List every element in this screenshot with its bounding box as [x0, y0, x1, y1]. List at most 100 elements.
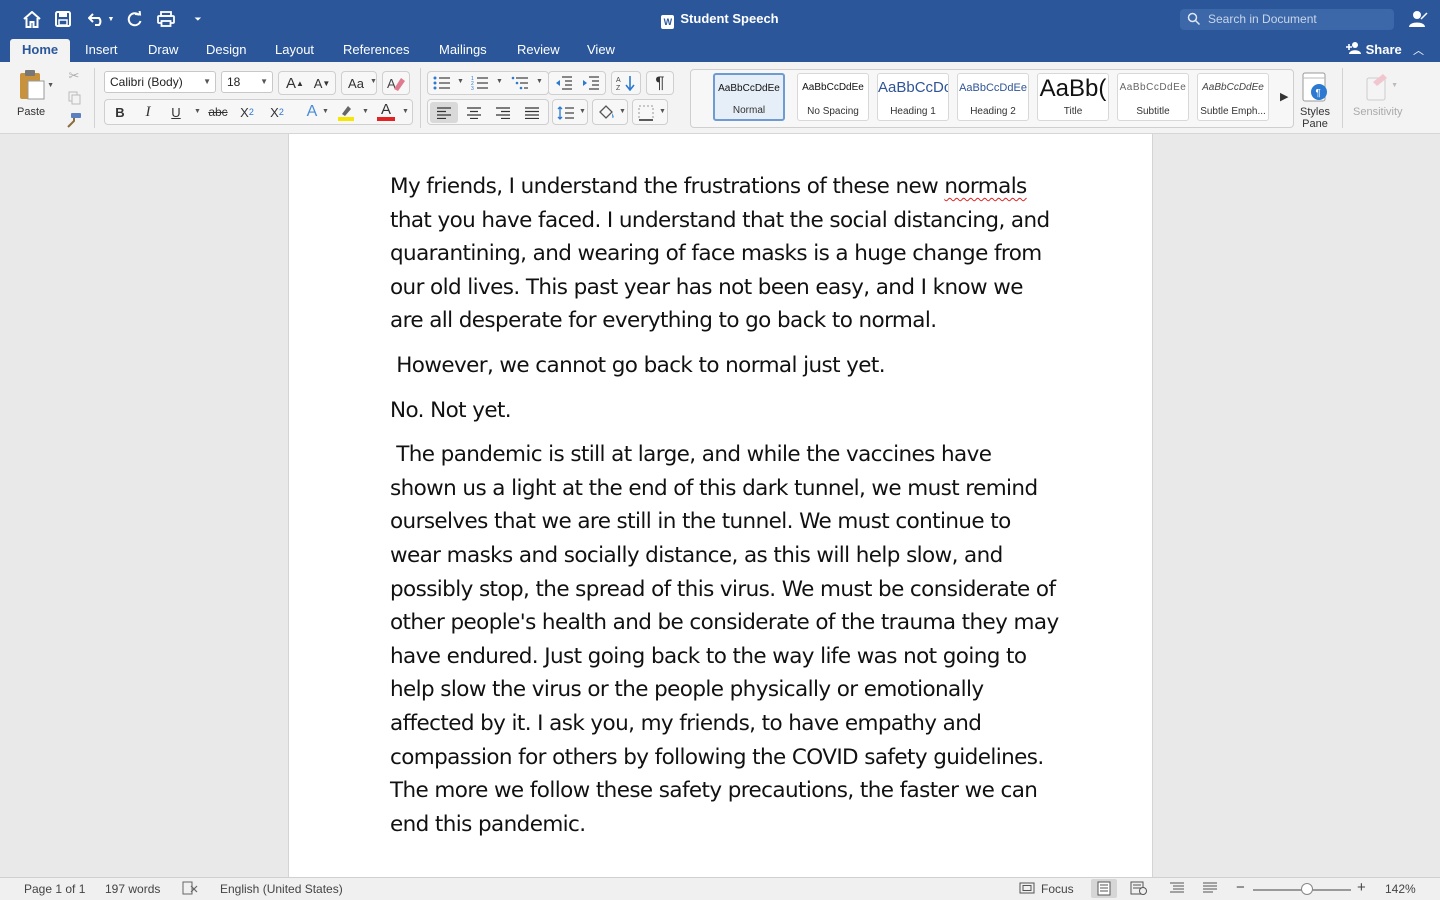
misspelled-word[interactable]: normals [944, 174, 1027, 199]
style-normal[interactable]: AaBbCcDdEe Normal [713, 73, 785, 121]
align-left-icon[interactable] [430, 102, 458, 123]
font-size-dropdown[interactable]: 18 ▼ [221, 71, 273, 93]
clear-formatting-icon: A [385, 73, 407, 93]
paragraph[interactable]: However, we cannot go back to normal jus… [390, 349, 1060, 383]
highlight-button[interactable] [335, 102, 357, 122]
highlight-caret[interactable]: ▼ [362, 108, 369, 115]
justify-icon[interactable] [518, 102, 546, 123]
document-canvas[interactable]: My friends, I understand the frustration… [0, 134, 1440, 877]
align-right-icon[interactable] [489, 102, 517, 123]
font-color-caret[interactable]: ▼ [402, 108, 409, 115]
text-effects-caret[interactable]: ▼ [322, 108, 329, 115]
paste-options-caret[interactable]: ▼ [47, 82, 54, 89]
underline-options-caret[interactable]: ▼ [194, 108, 201, 115]
shading-button[interactable]: ▼ [592, 99, 628, 125]
strikethrough-button[interactable]: abc [205, 102, 231, 122]
italic-button[interactable]: I [137, 102, 159, 122]
cut-icon[interactable]: ✂ [62, 64, 86, 88]
numbering-caret[interactable]: ▼ [496, 78, 503, 85]
web-layout-view-icon[interactable] [1130, 881, 1148, 898]
styles-pane-button[interactable]: ¶ [1298, 70, 1332, 104]
show-formatting-button[interactable]: ¶ [646, 71, 674, 95]
focus-icon[interactable] [1019, 882, 1035, 897]
paragraph[interactable]: No. Not yet. [390, 394, 1060, 428]
font-name-dropdown[interactable]: Calibri (Body) ▼ [104, 71, 216, 93]
decrease-indent-icon[interactable] [552, 73, 576, 93]
superscript-button[interactable]: X2 [265, 102, 289, 122]
multilevel-caret[interactable]: ▼ [536, 78, 543, 85]
word-count[interactable]: 197 words [105, 882, 160, 896]
borders-button[interactable]: ▼ [632, 99, 668, 125]
align-center-icon[interactable] [460, 102, 488, 123]
multilevel-list-icon[interactable] [508, 73, 532, 93]
tab-references[interactable]: References [343, 42, 409, 57]
sensitivity-caret: ▼ [1391, 82, 1398, 89]
format-painter-icon[interactable] [62, 108, 86, 132]
document-body[interactable]: My friends, I understand the frustration… [390, 170, 1060, 852]
line-spacing-button[interactable]: ▼ [552, 99, 588, 125]
subscript-button[interactable]: X2 [235, 102, 259, 122]
tab-view[interactable]: View [587, 42, 615, 57]
style-no-spacing[interactable]: AaBbCcDdEe No Spacing [797, 73, 869, 121]
grow-font-button[interactable]: A ▲ [282, 73, 308, 93]
style-subtle-emphasis[interactable]: AaBbCcDdEe Subtle Emph... [1197, 73, 1269, 121]
search-input[interactable]: Search in Document [1180, 9, 1394, 30]
shrink-font-letter: A [313, 75, 323, 91]
style-title[interactable]: AaBb( Title [1037, 73, 1109, 121]
svg-text:A: A [616, 77, 621, 84]
paragraph[interactable]: The pandemic is still at large, and whil… [390, 438, 1060, 841]
status-bar: Page 1 of 1 197 words English (United St… [0, 877, 1440, 900]
document-page[interactable]: My friends, I understand the frustration… [288, 134, 1153, 877]
alignment-group [427, 99, 549, 125]
styles-pane-label-line1: Styles [1300, 106, 1330, 118]
sensitivity-button[interactable]: ▼ [1360, 70, 1398, 104]
tab-home[interactable]: Home [10, 39, 71, 62]
change-case-button[interactable]: Aa ▼ [341, 71, 377, 95]
collapse-ribbon-icon[interactable]: ︿ [1413, 42, 1424, 58]
language-indicator[interactable]: English (United States) [220, 882, 343, 896]
zoom-level[interactable]: 142% [1385, 882, 1416, 896]
share-button[interactable]: Share [1346, 41, 1402, 57]
style-preview: AaBbCcDdEe [718, 83, 780, 94]
focus-button[interactable]: Focus [1041, 882, 1074, 896]
word-doc-icon: W [661, 15, 675, 29]
paragraph[interactable]: My friends, I understand the frustration… [390, 170, 1060, 338]
paste-button[interactable]: ▼ [10, 68, 54, 102]
shrink-font-button[interactable]: A ▼ [309, 73, 335, 93]
tab-review[interactable]: Review [517, 42, 560, 57]
page-count[interactable]: Page 1 of 1 [24, 882, 85, 896]
tab-draw[interactable]: Draw [148, 42, 178, 57]
proofing-icon[interactable] [182, 881, 198, 898]
style-preview: AaBbCcDdEe [959, 82, 1027, 94]
bold-button[interactable]: B [109, 102, 131, 122]
zoom-out-button[interactable]: − [1236, 879, 1245, 896]
clipboard-icon [20, 70, 45, 100]
font-color-button[interactable]: A [375, 101, 397, 122]
style-heading-2[interactable]: AaBbCcDdEe Heading 2 [957, 73, 1029, 121]
zoom-in-button[interactable]: + [1357, 879, 1366, 896]
tab-design[interactable]: Design [206, 42, 246, 57]
style-heading-1[interactable]: AaBbCcDc Heading 1 [877, 73, 949, 121]
font-style-group: B I U ▼ abc X2 X2 A ▼ ▼ A ▼ [104, 99, 413, 125]
numbering-icon[interactable]: 123 [468, 73, 492, 93]
bullets-caret[interactable]: ▼ [457, 78, 464, 85]
tab-insert[interactable]: Insert [85, 42, 118, 57]
bullets-icon[interactable] [430, 73, 454, 93]
increase-indent-icon[interactable] [579, 73, 603, 93]
sort-button[interactable]: AZ [611, 71, 641, 95]
account-icon[interactable] [1408, 9, 1429, 34]
tab-mailings[interactable]: Mailings [439, 42, 487, 57]
style-subtitle[interactable]: AaBbCcDdEe Subtitle [1117, 73, 1189, 121]
text-effects-button[interactable]: A [301, 102, 323, 122]
tab-layout[interactable]: Layout [275, 42, 314, 57]
chevron-down-icon: ▼ [260, 77, 268, 86]
underline-button[interactable]: U [165, 102, 187, 122]
outline-view-icon[interactable] [1169, 881, 1185, 898]
chevron-right-icon[interactable]: ▶ [1280, 90, 1288, 103]
line-spacing-caret: ▼ [579, 108, 586, 115]
copy-icon[interactable] [62, 86, 86, 110]
clear-formatting-button[interactable]: A [382, 71, 410, 95]
draft-view-icon[interactable] [1202, 881, 1218, 898]
print-layout-view-icon[interactable] [1091, 879, 1117, 898]
zoom-slider-thumb[interactable] [1300, 883, 1313, 895]
